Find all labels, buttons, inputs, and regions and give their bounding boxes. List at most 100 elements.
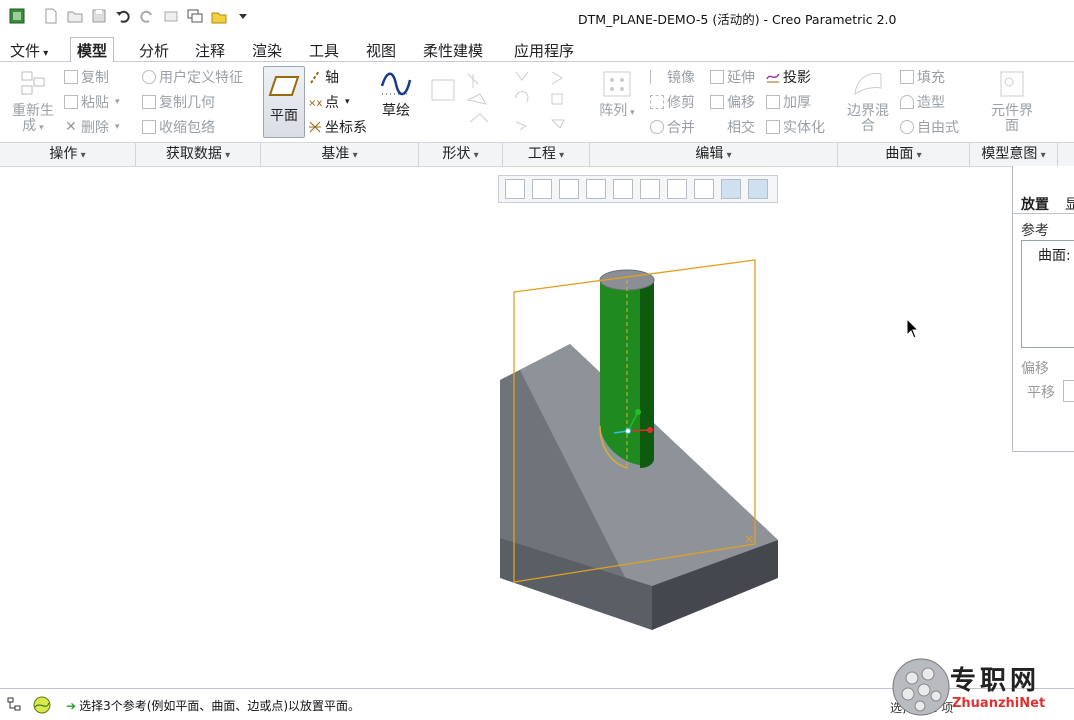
plane-display-icon[interactable] — [721, 179, 741, 199]
delete-button[interactable]: ✕ 删除 ▾ — [64, 117, 119, 137]
intersect-button[interactable]: 相交 — [710, 117, 755, 137]
thicken-icon — [766, 95, 780, 109]
in-graphics-toolbar — [498, 175, 778, 203]
copy-geometry-button[interactable]: 复制几何 — [142, 92, 215, 112]
tab-render[interactable]: 渲染 — [246, 38, 288, 62]
trim-button[interactable]: 修剪 — [650, 92, 695, 112]
group-operations[interactable]: 操作 — [0, 143, 136, 167]
boundary-blend-button[interactable]: 边界混 合 — [842, 68, 894, 134]
tab-model[interactable]: 模型 — [70, 37, 115, 63]
model-tree-toggle-icon[interactable] — [6, 695, 26, 715]
save-icon[interactable] — [90, 7, 108, 25]
udf-button[interactable]: 用户定义特征 — [142, 67, 243, 87]
tab-tools[interactable]: 工具 — [303, 38, 345, 62]
refit-icon[interactable] — [505, 179, 525, 199]
csys-button[interactable]: 坐标系 — [308, 117, 367, 137]
view-manager-icon[interactable] — [667, 179, 687, 199]
saved-orientations-icon[interactable] — [640, 179, 660, 199]
model-view[interactable] — [0, 168, 1010, 686]
paste-button[interactable]: 粘贴 ▾ — [64, 92, 120, 112]
prompt-arrow-icon: ➔ — [66, 699, 77, 713]
watermark-text: 专职网 — [950, 666, 1041, 696]
freestyle-button[interactable]: 自由式 — [900, 117, 959, 137]
tab-applications[interactable]: 应用程序 — [508, 38, 580, 62]
project-button[interactable]: 投影 — [766, 67, 811, 87]
style-button[interactable]: 造型 — [900, 92, 945, 112]
translate-input[interactable] — [1063, 380, 1074, 402]
style-icon — [900, 95, 914, 109]
tab-view[interactable]: 视图 — [360, 38, 402, 62]
customize-icon[interactable] — [234, 7, 252, 25]
freestyle-icon — [900, 120, 914, 134]
fill-icon — [900, 70, 914, 84]
mirror-button[interactable]: 镜像 — [650, 67, 695, 87]
pattern-button[interactable]: 阵列 ▾ — [594, 68, 640, 121]
group-datum[interactable]: 基准 — [261, 143, 419, 167]
group-shape[interactable]: 形状 — [419, 143, 503, 167]
tab-annotate[interactable]: 注释 — [189, 38, 231, 62]
windows-icon[interactable] — [186, 7, 204, 25]
offset-button[interactable]: 偏移 — [710, 92, 755, 112]
project-icon — [766, 73, 780, 83]
regenerate-button[interactable]: 重新生 成 ▾ — [8, 68, 58, 136]
group-editing[interactable]: 编辑 — [590, 143, 838, 167]
display-style-icon[interactable] — [613, 179, 633, 199]
panel-tabs: 放置 显 — [1013, 192, 1074, 214]
group-get-data[interactable]: 获取数据 — [136, 143, 261, 167]
open-icon[interactable] — [66, 7, 84, 25]
references-list[interactable]: 曲面: — [1021, 240, 1074, 348]
plane-icon — [268, 76, 300, 96]
mirror-icon — [650, 70, 664, 84]
svg-text:×x: ×x — [308, 98, 322, 109]
translate-label: 平移 — [1027, 385, 1055, 401]
undo-icon[interactable] — [114, 7, 132, 25]
group-model-intent[interactable]: 模型意图 — [970, 143, 1058, 167]
group-surfaces[interactable]: 曲面 — [838, 143, 970, 167]
plane-button[interactable]: 平面 — [263, 66, 305, 138]
tab-placement[interactable]: 放置 — [1021, 194, 1049, 214]
references-label: 参考 — [1021, 223, 1049, 239]
redo-icon[interactable] — [138, 7, 156, 25]
merge-icon — [650, 120, 664, 134]
engineering-tools-icons — [515, 71, 565, 131]
reference-item[interactable]: 曲面: — [1038, 245, 1071, 265]
shape-tools-icons — [431, 73, 489, 123]
spin-center-icon[interactable] — [748, 179, 768, 199]
watermark-ball-icon — [892, 658, 950, 716]
close-window-icon[interactable] — [210, 7, 228, 25]
zoom-in-icon[interactable] — [532, 179, 552, 199]
copy-button[interactable]: 复制 — [64, 67, 109, 87]
point-icon: ×x — [308, 98, 322, 109]
tab-file[interactable]: 文件 ▾ — [4, 38, 54, 62]
mouse-cursor-icon — [906, 318, 920, 339]
quick-access-toolbar — [8, 6, 258, 26]
app-icon[interactable] — [8, 7, 26, 25]
fill-button[interactable]: 填充 — [900, 67, 945, 87]
new-icon[interactable] — [42, 7, 60, 25]
creo-window: DTM_PLANE-DEMO-5 (活动的) - Creo Parametric… — [0, 0, 1074, 720]
shrinkwrap-button[interactable]: 收缩包络 — [142, 117, 215, 137]
component-interface-button[interactable]: 元件界 面 — [984, 68, 1040, 134]
browser-toggle-icon[interactable] — [32, 695, 52, 715]
boundary-blend-icon — [854, 73, 882, 96]
tab-display[interactable]: 显 — [1065, 194, 1074, 214]
merge-button[interactable]: 合并 — [650, 117, 695, 137]
watermark: 专职网 ZhuanzhiNet — [892, 654, 1074, 720]
extend-button[interactable]: 延伸 — [710, 67, 755, 87]
regenerate-icon[interactable] — [162, 7, 180, 25]
sketch-button[interactable]: 草绘 — [374, 68, 418, 119]
zoom-out-icon[interactable] — [559, 179, 579, 199]
point-button[interactable]: ×x 点 ▾ — [308, 92, 350, 112]
group-engineering[interactable]: 工程 — [503, 143, 590, 167]
thicken-button[interactable]: 加厚 — [766, 92, 811, 112]
axis-button[interactable]: 轴 — [308, 67, 339, 87]
graphics-window[interactable] — [0, 168, 1010, 686]
copy-icon — [64, 70, 78, 84]
tab-flexible-modeling[interactable]: 柔性建模 — [417, 38, 489, 62]
datum-display-icon[interactable] — [694, 179, 714, 199]
repaint-icon[interactable] — [586, 179, 606, 199]
solidify-button[interactable]: 实体化 — [766, 117, 825, 137]
ribbon-group-labels: 操作 获取数据 基准 形状 工程 编辑 曲面 模型意图 — [0, 142, 1074, 167]
tab-analysis[interactable]: 分析 — [133, 38, 175, 62]
message-area: ➔ 选择3个参考(例如平面、曲面、边或点)以放置平面。 — [66, 699, 361, 713]
